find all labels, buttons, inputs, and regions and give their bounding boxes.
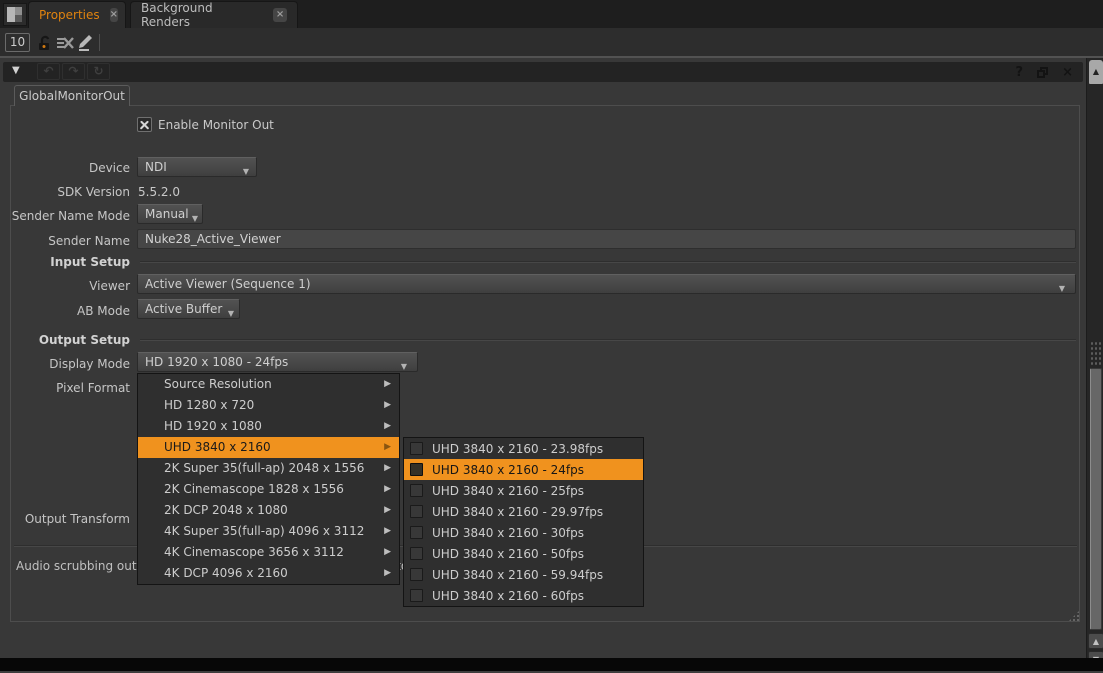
submenu-arrow-icon: ▶	[384, 521, 391, 542]
revert-icon[interactable]: ↻	[87, 63, 110, 80]
checkbox-icon	[410, 484, 423, 497]
output-setup-section-label: Output Setup	[0, 332, 130, 348]
ab-mode-value: Active Buffer	[145, 302, 222, 316]
chevron-down-icon: ▼	[192, 210, 198, 228]
submenu-item-2997fps[interactable]: UHD 3840 x 2160 - 29.97fps	[404, 501, 643, 522]
scrollbar-thumb[interactable]	[1090, 368, 1102, 630]
close-panel-icon[interactable]: ×	[1062, 65, 1073, 80]
tab-globalmonitorout[interactable]: GlobalMonitorOut	[14, 85, 130, 106]
enable-monitor-out-checkbox[interactable]	[137, 117, 152, 132]
device-value: NDI	[145, 160, 167, 174]
float-window-icon[interactable]	[1037, 67, 1048, 78]
checkbox-icon	[410, 526, 423, 539]
menu-item-2k-super35[interactable]: 2K Super 35(full-ap) 2048 x 1556▶	[138, 458, 399, 479]
splitter-grip-icon[interactable]	[1089, 340, 1103, 366]
menu-item-2k-dcp[interactable]: 2K DCP 2048 x 1080▶	[138, 500, 399, 521]
viewer-dropdown[interactable]: Active Viewer (Sequence 1) ▼	[137, 274, 1076, 294]
viewer-value: Active Viewer (Sequence 1)	[145, 277, 311, 291]
scroll-up-button[interactable]: ▲	[1089, 60, 1103, 84]
submenu-arrow-icon: ▶	[384, 395, 391, 416]
submenu-item-5994fps[interactable]: UHD 3840 x 2160 - 59.94fps	[404, 564, 643, 585]
chevron-down-icon: ▼	[243, 163, 249, 181]
submenu-item-24fps[interactable]: UHD 3840 x 2160 - 24fps	[404, 459, 643, 480]
submenu-arrow-icon: ▶	[384, 437, 391, 458]
redo-icon[interactable]: ↷	[62, 63, 85, 80]
input-setup-section-label: Input Setup	[0, 254, 130, 270]
tab-properties-label: Properties	[39, 8, 100, 22]
undo-icon[interactable]: ↶	[37, 63, 60, 80]
viewer-label: Viewer	[0, 278, 130, 294]
sender-name-mode-dropdown[interactable]: Manual ▼	[137, 204, 203, 224]
submenu-arrow-icon: ▶	[384, 563, 391, 584]
lock-icon[interactable]	[36, 35, 52, 51]
submenu-arrow-icon: ▶	[384, 458, 391, 479]
scroll-up-button[interactable]: ▲	[1088, 633, 1103, 649]
pixel-format-label: Pixel Format	[0, 380, 130, 396]
uhd-fps-submenu: UHD 3840 x 2160 - 23.98fps UHD 3840 x 21…	[403, 437, 644, 607]
chevron-down-icon: ▼	[401, 358, 407, 376]
submenu-arrow-icon: ▶	[384, 416, 391, 437]
device-dropdown[interactable]: NDI ▼	[137, 157, 257, 177]
menu-item-uhd-3840[interactable]: UHD 3840 x 2160▶	[138, 437, 399, 458]
checkbox-icon	[410, 568, 423, 581]
menu-item-hd-1280[interactable]: HD 1280 x 720▶	[138, 395, 399, 416]
menu-item-source-resolution[interactable]: Source Resolution▶	[138, 374, 399, 395]
close-icon[interactable]: ×	[273, 8, 287, 22]
checkbox-icon	[410, 547, 423, 560]
submenu-item-25fps[interactable]: UHD 3840 x 2160 - 25fps	[404, 480, 643, 501]
submenu-arrow-icon: ▶	[384, 374, 391, 395]
checkbox-icon	[410, 589, 423, 602]
checkbox-icon	[410, 442, 423, 455]
clear-all-panels-icon[interactable]	[57, 36, 74, 50]
edit-pencil-icon[interactable]	[76, 33, 94, 51]
menu-item-4k-cinemascope[interactable]: 4K Cinemascope 3656 x 3112▶	[138, 542, 399, 563]
submenu-item-60fps[interactable]: UHD 3840 x 2160 - 60fps	[404, 585, 643, 606]
submenu-item-50fps[interactable]: UHD 3840 x 2160 - 50fps	[404, 543, 643, 564]
submenu-item-30fps[interactable]: UHD 3840 x 2160 - 30fps	[404, 522, 643, 543]
enable-monitor-out-label: Enable Monitor Out	[158, 117, 274, 133]
display-mode-dropdown[interactable]: HD 1920 x 1080 - 24fps ▼	[137, 352, 418, 372]
menu-item-4k-dcp[interactable]: 4K DCP 4096 x 2160▶	[138, 563, 399, 584]
vertical-scrollbar: ▲ ▲ ▼	[1086, 58, 1103, 658]
output-transform-label: Output Transform	[0, 511, 130, 527]
ab-mode-dropdown[interactable]: Active Buffer ▼	[137, 299, 240, 319]
checkbox-icon	[410, 463, 423, 476]
submenu-item-2398fps[interactable]: UHD 3840 x 2160 - 23.98fps	[404, 438, 643, 459]
sender-name-mode-label: Sender Name Mode	[0, 208, 130, 224]
sender-name-label: Sender Name	[0, 233, 130, 249]
sender-name-mode-value: Manual	[145, 207, 189, 221]
tab-background-renders[interactable]: Background Renders ×	[130, 1, 298, 28]
display-mode-label: Display Mode	[0, 356, 130, 372]
submenu-arrow-icon: ▶	[384, 479, 391, 500]
submenu-arrow-icon: ▶	[384, 500, 391, 521]
properties-toolbar: 10	[0, 28, 1103, 56]
tab-background-renders-label: Background Renders	[141, 1, 263, 29]
close-icon[interactable]: ×	[110, 8, 118, 22]
device-label: Device	[0, 160, 130, 176]
collapse-triangle-icon[interactable]: ▼	[12, 65, 20, 76]
checkbox-icon	[410, 505, 423, 518]
sender-name-input[interactable]	[137, 229, 1076, 249]
chevron-down-icon: ▼	[1059, 280, 1065, 298]
nuke-properties-window: Properties × Background Renders × 10	[0, 0, 1103, 673]
menu-item-4k-super35[interactable]: 4K Super 35(full-ap) 4096 x 3112▶	[138, 521, 399, 542]
node-panel-header: ▼ ↶ ↷ ↻ ? ×	[3, 62, 1083, 82]
menu-item-hd-1920[interactable]: HD 1920 x 1080▶	[138, 416, 399, 437]
sdk-version-label: SDK Version	[0, 184, 130, 200]
max-panels-count[interactable]: 10	[5, 33, 30, 52]
submenu-arrow-icon: ▶	[384, 542, 391, 563]
pane-tab-bar: Properties × Background Renders ×	[0, 0, 1103, 28]
menu-item-2k-cinemascope[interactable]: 2K Cinemascope 1828 x 1556▶	[138, 479, 399, 500]
pane-menu-icon[interactable]	[3, 3, 27, 26]
help-icon[interactable]: ?	[1016, 65, 1024, 80]
display-mode-value: HD 1920 x 1080 - 24fps	[145, 355, 288, 369]
ab-mode-label: AB Mode	[0, 303, 130, 319]
display-mode-menu: Source Resolution▶ HD 1280 x 720▶ HD 192…	[137, 373, 400, 585]
chevron-down-icon: ▼	[228, 305, 234, 323]
tab-properties[interactable]: Properties ×	[28, 1, 126, 28]
sdk-version-value: 5.5.2.0	[138, 184, 180, 200]
bottom-bar	[0, 658, 1103, 671]
